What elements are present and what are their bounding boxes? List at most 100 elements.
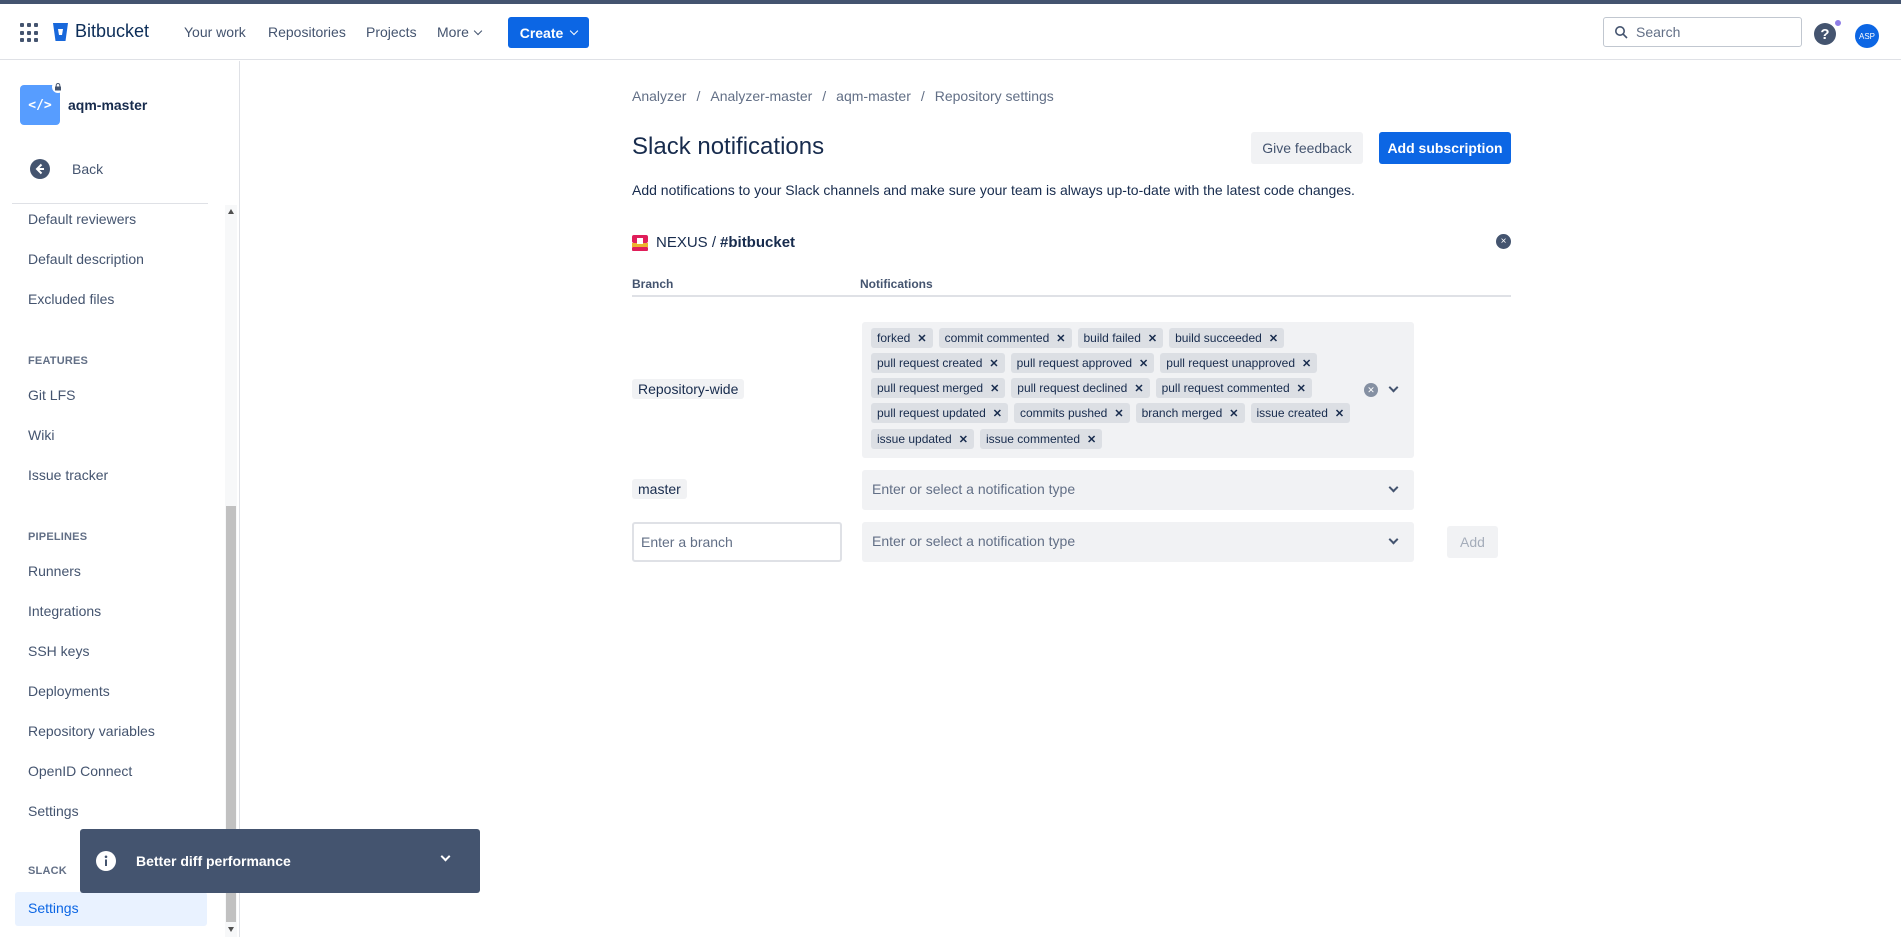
column-header-branch: Branch — [632, 277, 674, 291]
bitbucket-logo-icon — [53, 22, 68, 41]
remove-chip-icon[interactable]: ✕ — [917, 332, 926, 345]
top-navigation: Bitbucket Your work Repositories Project… — [0, 4, 1901, 60]
clear-all-icon[interactable]: ✕ — [1364, 383, 1378, 397]
sidebar-item-pipelines-settings[interactable]: Settings — [28, 803, 79, 819]
bitbucket-logo[interactable]: Bitbucket — [52, 21, 149, 42]
remove-chip-icon[interactable]: ✕ — [1335, 407, 1344, 420]
nav-more-label: More — [437, 24, 469, 40]
toast-text: Better diff performance — [136, 853, 291, 869]
sidebar-item-default-reviewers[interactable]: Default reviewers — [28, 211, 136, 227]
help-icon[interactable]: ? — [1813, 22, 1837, 46]
branch-input-placeholder: Enter a branch — [641, 534, 733, 550]
breadcrumb-item[interactable]: Analyzer — [632, 88, 686, 104]
remove-chip-icon[interactable]: ✕ — [1056, 332, 1065, 345]
remove-chip-icon[interactable]: ✕ — [989, 357, 998, 370]
divider — [12, 203, 208, 204]
scroll-up-arrow-icon[interactable] — [228, 209, 234, 214]
notification-chip: build succeeded ✕ — [1169, 328, 1285, 348]
sidebar-item-ssh-keys[interactable]: SSH keys — [28, 643, 89, 659]
table-header-divider — [632, 295, 1511, 297]
notification-chip: issue updated ✕ — [871, 429, 974, 449]
nav-projects[interactable]: Projects — [366, 24, 417, 40]
repo-header[interactable]: </> aqm-master — [20, 81, 147, 125]
add-button[interactable]: Add — [1447, 526, 1498, 558]
nav-your-work[interactable]: Your work — [184, 24, 246, 40]
notification-multiselect[interactable]: forked ✕ commit commented ✕ build failed ✕ … — [862, 322, 1414, 458]
sidebar-item-deployments[interactable]: Deployments — [28, 683, 110, 699]
remove-chip-icon[interactable]: ✕ — [1114, 407, 1123, 420]
chevron-down-icon — [473, 26, 483, 36]
branch-tag-master: master — [632, 479, 687, 499]
create-button[interactable]: Create — [508, 17, 589, 48]
chip-row: pull request merged ✕ pull request declin… — [871, 378, 1318, 398]
new-notification-type-select[interactable]: Enter or select a notification type — [862, 522, 1414, 562]
sidebar-item-default-description[interactable]: Default description — [28, 251, 144, 267]
sidebar-item-openid-connect[interactable]: OpenID Connect — [28, 763, 132, 779]
search-icon — [1615, 26, 1628, 39]
sidebar-item-git-lfs[interactable]: Git LFS — [28, 387, 75, 403]
breadcrumb-separator: / — [920, 88, 925, 104]
sidebar-item-integrations[interactable]: Integrations — [28, 603, 101, 619]
nav-repositories[interactable]: Repositories — [268, 24, 346, 40]
remove-chip-icon[interactable]: ✕ — [993, 407, 1002, 420]
branch-input[interactable]: Enter a branch — [632, 522, 842, 562]
sidebar: </> aqm-master Back Default reviewers De… — [0, 61, 240, 937]
chip-row: pull request created ✕ pull request appro… — [871, 353, 1323, 373]
select-placeholder: Enter or select a notification type — [872, 533, 1076, 549]
search-input[interactable]: Search — [1603, 17, 1802, 47]
scroll-down-arrow-icon[interactable] — [228, 927, 234, 932]
search-placeholder: Search — [1636, 24, 1681, 40]
arrow-left-icon — [30, 159, 50, 179]
app-switcher-icon[interactable] — [20, 23, 40, 43]
remove-chip-icon[interactable]: ✕ — [1297, 382, 1306, 395]
chip-row: issue updated ✕ issue commented ✕ — [871, 429, 1108, 449]
notification-chip: issue created ✕ — [1250, 403, 1351, 423]
notification-chip: commit commented ✕ — [938, 328, 1072, 348]
breadcrumb-separator: / — [822, 88, 827, 104]
page-title: Slack notifications — [632, 133, 825, 160]
give-feedback-button[interactable]: Give feedback — [1251, 132, 1363, 164]
sidebar-item-slack-settings[interactable]: Settings — [28, 900, 79, 916]
sidebar-item-excluded-files[interactable]: Excluded files — [28, 291, 114, 307]
branch-tag-repository-wide: Repository-wide — [632, 379, 745, 399]
remove-chip-icon[interactable]: ✕ — [1134, 382, 1143, 395]
breadcrumb-item[interactable]: Repository settings — [935, 88, 1054, 104]
remove-chip-icon[interactable]: ✕ — [1139, 357, 1148, 370]
notification-chip: commits pushed ✕ — [1013, 403, 1130, 423]
notification-chip: issue commented ✕ — [979, 429, 1103, 449]
remove-chip-icon[interactable]: ✕ — [1229, 407, 1238, 420]
chevron-down-icon — [570, 26, 579, 35]
chevron-down-icon — [1388, 482, 1399, 493]
lock-icon — [52, 81, 64, 93]
remove-chip-icon[interactable]: ✕ — [1269, 332, 1278, 345]
remove-chip-icon[interactable]: ✕ — [1302, 357, 1311, 370]
chip-row: forked ✕ commit commented ✕ build failed ✕ … — [871, 328, 1290, 348]
chevron-down-icon[interactable] — [440, 851, 451, 862]
notification-chip: pull request unapproved ✕ — [1160, 353, 1318, 373]
add-subscription-button[interactable]: Add subscription — [1379, 132, 1511, 164]
breadcrumb-item[interactable]: aqm-master — [836, 88, 911, 104]
create-button-label: Create — [519, 24, 564, 41]
breadcrumb: Analyzer / Analyzer-master / aqm-master / R… — [632, 88, 1054, 104]
remove-chip-icon[interactable]: ✕ — [1087, 433, 1096, 446]
remove-subscription-icon[interactable]: × — [1496, 234, 1511, 249]
sidebar-item-runners[interactable]: Runners — [28, 563, 81, 579]
avatar[interactable]: ASP — [1855, 24, 1879, 48]
notification-chip: pull request created ✕ — [871, 353, 1005, 373]
back-button[interactable]: Back — [30, 159, 103, 179]
breadcrumb-item[interactable]: Analyzer-master — [710, 88, 812, 104]
sidebar-item-wiki[interactable]: Wiki — [28, 427, 54, 443]
sidebar-item-repository-variables[interactable]: Repository variables — [28, 723, 155, 739]
remove-chip-icon[interactable]: ✕ — [1148, 332, 1157, 345]
select-placeholder: Enter or select a notification type — [872, 481, 1076, 497]
breadcrumb-separator: / — [696, 88, 701, 104]
notification-type-select[interactable]: Enter or select a notification type — [862, 470, 1414, 510]
nav-more[interactable]: More — [437, 24, 483, 40]
remove-chip-icon[interactable]: ✕ — [959, 433, 968, 446]
remove-chip-icon[interactable]: ✕ — [990, 382, 999, 395]
slack-workspace-icon — [632, 234, 648, 251]
toast-notification[interactable]: Better diff performance — [80, 829, 480, 893]
sidebar-item-issue-tracker[interactable]: Issue tracker — [28, 467, 108, 483]
chip-row: pull request updated ✕ commits pushed ✕ br… — [871, 403, 1356, 423]
channel-header: NEXUS / #bitbucket — [632, 234, 795, 251]
